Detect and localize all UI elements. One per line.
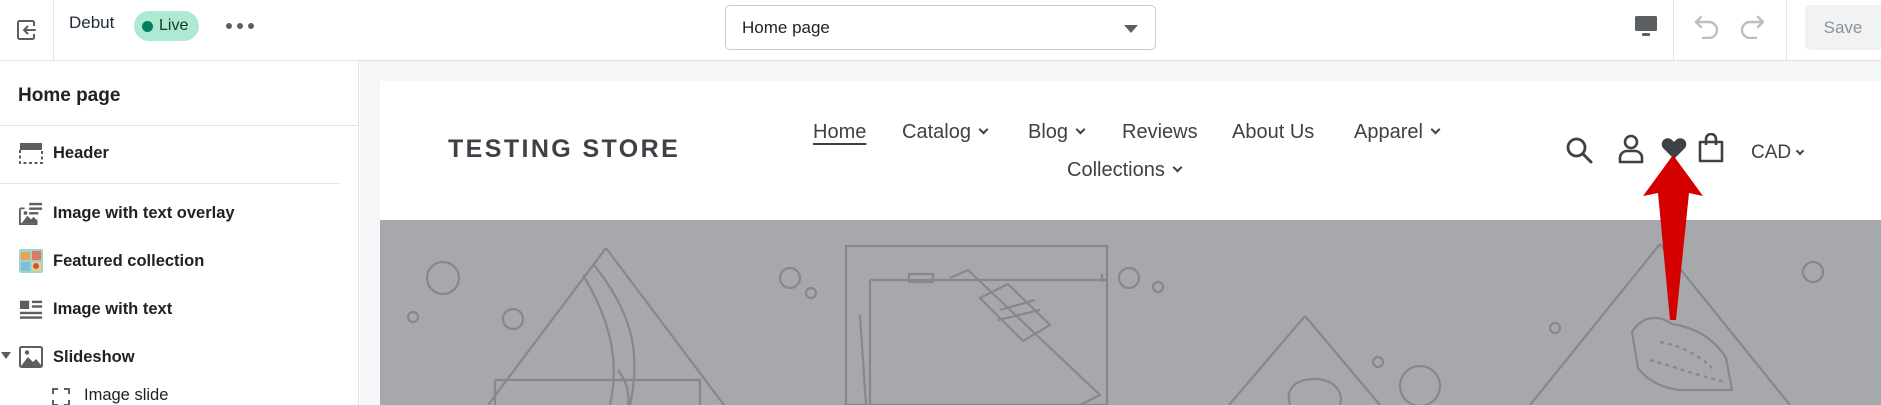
- sidebar-item-featured-collection[interactable]: Featured collection: [0, 241, 358, 281]
- sidebar-subitem-image-slide[interactable]: Image slide: [0, 382, 358, 405]
- toolbar-divider: [1673, 0, 1674, 60]
- nav-link-home[interactable]: Home: [813, 121, 866, 144]
- image-overlay-icon: [19, 201, 43, 225]
- live-dot-icon: [142, 20, 153, 32]
- sidebar-item-image-with-text-overlay[interactable]: Image with text overlay: [0, 193, 358, 233]
- desktop-icon: [1635, 16, 1657, 36]
- dot-icon: [226, 23, 232, 29]
- store-logo[interactable]: TESTING STORE: [448, 135, 680, 164]
- search-button[interactable]: [1564, 135, 1594, 165]
- sidebar-divider: [0, 183, 339, 184]
- redo-button[interactable]: [1735, 10, 1769, 42]
- theme-name: Debut: [69, 13, 115, 32]
- chevron-down-icon: [1172, 162, 1183, 173]
- toolbar-divider: [1786, 0, 1787, 60]
- wishlist-button[interactable]: [1660, 137, 1688, 161]
- nav-label: About Us: [1232, 121, 1315, 143]
- cart-button[interactable]: [1696, 133, 1726, 163]
- page-selector-dropdown[interactable]: Home page: [725, 5, 1156, 50]
- redo-icon: [1740, 15, 1765, 39]
- caret-down-icon: [1124, 25, 1138, 33]
- shopping-bag-icon: [1698, 133, 1724, 163]
- sidebar-item-label: Header: [53, 143, 109, 162]
- sidebar-item-label: Slideshow: [53, 347, 135, 366]
- store-header: TESTING STORE Home Catalog Blog Reviews …: [380, 81, 1881, 220]
- image-icon: [19, 345, 43, 369]
- block-outline-icon: [52, 388, 70, 405]
- currency-label: CAD: [1751, 142, 1792, 163]
- account-button[interactable]: [1616, 133, 1646, 165]
- sidebar-item-image-with-text[interactable]: Image with text: [0, 289, 358, 329]
- undo-icon: [1694, 15, 1719, 39]
- undo-button[interactable]: [1690, 10, 1724, 42]
- nav-label: Catalog: [902, 121, 971, 143]
- live-badge-label: Live: [159, 17, 189, 34]
- sidebar-item-header[interactable]: Header: [0, 133, 358, 173]
- chevron-down-icon: [1075, 124, 1086, 135]
- dot-icon: [248, 23, 254, 29]
- nav-label: Apparel: [1354, 121, 1423, 143]
- chevron-down-icon: [978, 124, 989, 135]
- sidebar-item-label: Image with text overlay: [53, 203, 235, 222]
- nav-link-blog[interactable]: Blog: [1028, 121, 1086, 144]
- page-selector-value: Home page: [742, 17, 830, 37]
- nav-label: Blog: [1028, 121, 1069, 143]
- nav-link-collections[interactable]: Collections: [1067, 159, 1183, 182]
- user-icon: [1618, 134, 1644, 164]
- image-text-icon: [19, 297, 43, 321]
- currency-selector[interactable]: CAD: [1751, 142, 1805, 164]
- sidebar-divider: [0, 125, 358, 126]
- sidebar-item-slideshow[interactable]: Slideshow: [0, 337, 358, 377]
- chevron-down-icon: [1430, 124, 1441, 135]
- header-section-icon: [19, 141, 43, 165]
- slideshow-banner[interactable]: [380, 220, 1881, 405]
- nav-label: Home: [813, 121, 867, 143]
- nav-link-about-us[interactable]: About Us: [1232, 121, 1314, 144]
- chevron-down-icon: [1795, 146, 1805, 155]
- nav-link-catalog[interactable]: Catalog: [902, 121, 989, 144]
- desktop-preview-button[interactable]: [1628, 10, 1664, 42]
- more-actions-button[interactable]: [226, 18, 254, 34]
- collection-thumbnail-icon: [19, 249, 43, 273]
- live-status-badge: Live: [134, 11, 200, 41]
- sidebar-item-label: Image with text: [53, 299, 173, 318]
- dot-icon: [237, 23, 243, 29]
- sidebar-item-label: Featured collection: [53, 251, 205, 270]
- nav-label: Reviews: [1122, 121, 1198, 143]
- editor-top-bar: Debut Live Home page Save: [0, 0, 1881, 61]
- sidebar-subitem-label: Image slide: [84, 386, 169, 404]
- placeholder-illustration: [406, 243, 1825, 405]
- store-preview: TESTING STORE Home Catalog Blog Reviews …: [380, 81, 1881, 405]
- nav-link-reviews[interactable]: Reviews: [1122, 121, 1198, 144]
- sections-sidebar: Home page Header Image with text overlay: [0, 61, 359, 405]
- exit-editor-button[interactable]: [0, 0, 54, 60]
- nav-label: Collections: [1067, 159, 1165, 181]
- save-button[interactable]: Save: [1805, 5, 1881, 50]
- expand-caret-icon[interactable]: [1, 352, 11, 359]
- sidebar-title: Home page: [18, 85, 121, 106]
- search-icon: [1566, 137, 1593, 164]
- nav-link-apparel[interactable]: Apparel: [1354, 121, 1441, 144]
- exit-icon: [16, 20, 36, 40]
- heart-icon: [1661, 138, 1687, 159]
